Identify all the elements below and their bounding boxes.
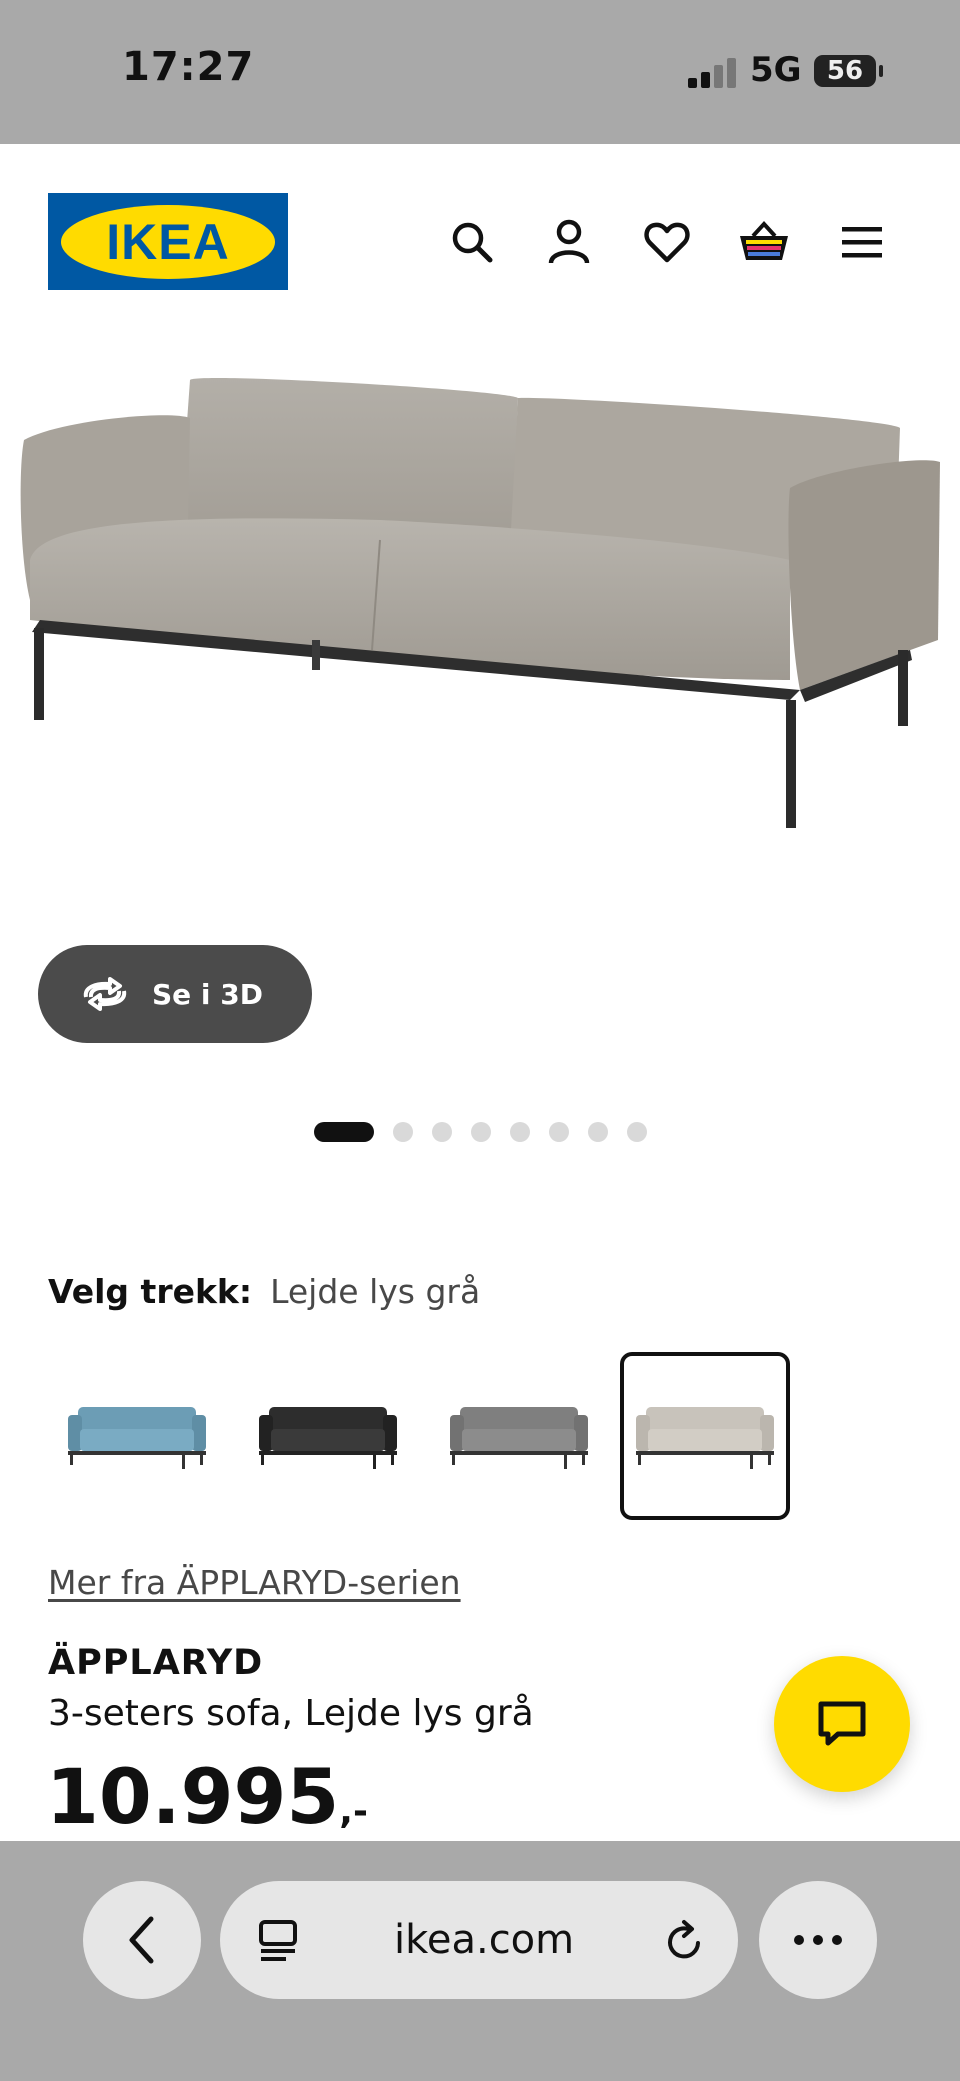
- price-suffix: ,-: [339, 1791, 368, 1832]
- status-bar: 17:27 5G 56: [0, 0, 960, 144]
- color-swatch-light-grey-selected[interactable]: [620, 1352, 790, 1520]
- pagination-dot-8[interactable]: [627, 1122, 647, 1142]
- reload-icon[interactable]: [664, 1919, 706, 1963]
- rotate-3d-icon: [83, 977, 127, 1011]
- pagination-dot-3[interactable]: [432, 1122, 452, 1142]
- account-icon[interactable]: [543, 212, 595, 272]
- product-price: 10.995,-: [46, 1752, 368, 1841]
- color-swatch-dark-grey[interactable]: [434, 1352, 604, 1520]
- signal-icon: [688, 58, 736, 88]
- color-swatch-black[interactable]: [243, 1352, 413, 1520]
- more-icon: [794, 1935, 842, 1945]
- battery-icon: 56: [814, 55, 883, 87]
- reader-icon: [259, 1920, 297, 1961]
- battery-level: 56: [826, 56, 864, 86]
- chevron-left-icon: [129, 1916, 154, 1964]
- back-button[interactable]: [83, 1881, 201, 1999]
- search-icon[interactable]: [446, 212, 498, 272]
- pagination-dot-4[interactable]: [471, 1122, 491, 1142]
- series-link[interactable]: Mer fra ÄPPLARYD-serien: [48, 1563, 461, 1602]
- pagination-dot-2[interactable]: [393, 1122, 413, 1142]
- product-description: 3-seters sofa, Lejde lys grå: [48, 1693, 534, 1734]
- color-selector-label: Velg trekk: Lejde lys grå: [48, 1272, 480, 1311]
- chat-button[interactable]: [774, 1656, 910, 1792]
- menu-icon[interactable]: [836, 212, 888, 272]
- status-time: 17:27: [122, 44, 255, 90]
- gallery-pagination: [314, 1121, 666, 1143]
- logo-ellipse: IKEA: [61, 204, 275, 279]
- more-button[interactable]: [759, 1881, 877, 1999]
- product-image[interactable]: [0, 340, 960, 960]
- network-type: 5G: [750, 50, 802, 90]
- ikea-logo[interactable]: IKEA: [48, 193, 288, 290]
- chat-icon: [818, 1701, 866, 1746]
- pagination-dot-1[interactable]: [314, 1122, 374, 1142]
- url-bar[interactable]: ikea.com: [220, 1881, 738, 1999]
- pagination-dot-6[interactable]: [549, 1122, 569, 1142]
- logo-text: IKEA: [106, 213, 230, 270]
- url-text: ikea.com: [394, 1917, 575, 1963]
- pagination-dot-7[interactable]: [588, 1122, 608, 1142]
- product-name: ÄPPLARYD: [48, 1643, 264, 1683]
- page: 17:27 5G 56 IKEA Se i 3D Velg trekk: Lej…: [0, 0, 960, 2081]
- view-3d-button[interactable]: Se i 3D: [38, 945, 312, 1043]
- heart-icon[interactable]: [641, 212, 693, 272]
- view-3d-label: Se i 3D: [152, 977, 263, 1011]
- price-value: 10.995: [46, 1752, 340, 1841]
- color-label: Velg trekk:: [48, 1272, 253, 1311]
- basket-icon[interactable]: [738, 212, 790, 272]
- pagination-dot-5[interactable]: [510, 1122, 530, 1142]
- color-value: Lejde lys grå: [270, 1272, 481, 1311]
- color-swatch-blue[interactable]: [52, 1352, 222, 1520]
